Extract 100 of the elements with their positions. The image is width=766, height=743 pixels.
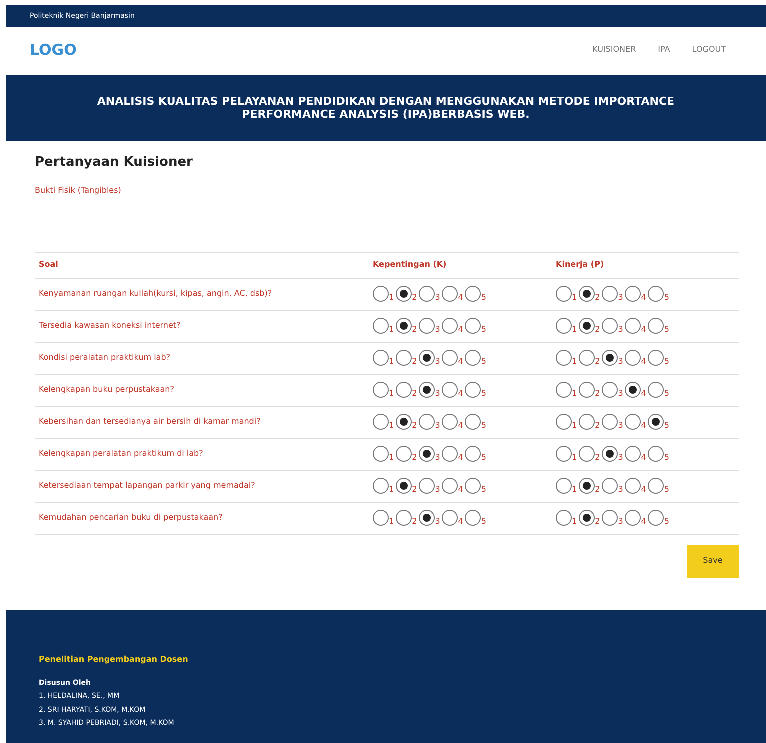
radio-label: 4 [458, 294, 464, 302]
radio-button[interactable] [648, 286, 664, 302]
radio-button[interactable] [396, 382, 412, 398]
radio-button[interactable] [465, 446, 482, 462]
radio-button[interactable] [419, 446, 436, 462]
radio-button[interactable] [648, 382, 664, 398]
nav-link[interactable]: LOGOUT [692, 44, 726, 56]
radio-button[interactable] [373, 478, 389, 494]
radio-label: 4 [641, 294, 646, 302]
radio-button[interactable] [602, 478, 618, 494]
radio-button[interactable] [419, 382, 436, 398]
radio-button[interactable] [625, 382, 642, 398]
radio-button[interactable] [625, 286, 642, 302]
radio-button[interactable] [579, 510, 596, 526]
radio-button[interactable] [442, 318, 458, 334]
radio-button[interactable] [556, 318, 572, 334]
radio-button[interactable] [442, 382, 458, 398]
radio-button[interactable] [625, 510, 642, 526]
radio-button[interactable] [648, 446, 664, 462]
radio-label: 1 [572, 326, 578, 334]
radio-button[interactable] [465, 478, 482, 494]
radio-button[interactable] [465, 382, 482, 398]
radio-button[interactable] [648, 414, 664, 430]
radio-label: 1 [572, 294, 578, 302]
radio-button[interactable] [556, 414, 572, 430]
radio-button[interactable] [465, 350, 482, 366]
radio-button[interactable] [373, 414, 389, 430]
radio-label: 3 [435, 518, 440, 526]
radio-label: 5 [481, 422, 486, 430]
radio-button[interactable] [579, 350, 596, 366]
radio-label: 3 [618, 390, 624, 398]
radio-button[interactable] [465, 414, 482, 430]
radio-button[interactable] [556, 286, 572, 302]
radio-button[interactable] [625, 350, 642, 366]
radio-button[interactable] [579, 414, 596, 430]
save-button[interactable]: Save [687, 544, 739, 578]
radio-button[interactable] [442, 350, 458, 366]
radio-button[interactable] [648, 510, 664, 526]
radio-button[interactable] [373, 446, 389, 462]
radio-button[interactable] [442, 478, 458, 494]
radio-button[interactable] [625, 414, 642, 430]
radio-button[interactable] [602, 382, 618, 398]
radio-button[interactable] [602, 286, 618, 302]
radio-button[interactable] [373, 382, 389, 398]
radio-button[interactable] [556, 510, 572, 526]
radio-button[interactable] [396, 286, 412, 302]
nav-link[interactable]: KUISIONER [592, 44, 636, 56]
radio-button[interactable] [602, 414, 618, 430]
radio-button[interactable] [602, 446, 618, 462]
radio-button[interactable] [625, 478, 642, 494]
radio-button[interactable] [556, 350, 572, 366]
radio-button[interactable] [396, 414, 412, 430]
radio-label: 1 [389, 326, 394, 334]
radio-button[interactable] [602, 510, 618, 526]
radio-button[interactable] [625, 446, 642, 462]
radio-label: 5 [481, 486, 486, 494]
radio-button[interactable] [465, 286, 482, 302]
radio-button[interactable] [579, 478, 596, 494]
radio-button[interactable] [465, 318, 482, 334]
radio-button[interactable] [419, 350, 436, 366]
radio-button[interactable] [396, 446, 412, 462]
radio-button[interactable] [419, 318, 436, 334]
radio-label: 2 [595, 486, 600, 494]
radio-button[interactable] [625, 318, 642, 334]
radio-button[interactable] [396, 350, 412, 366]
radio-button[interactable] [579, 318, 596, 334]
radio-button[interactable] [442, 414, 458, 430]
radio-button[interactable] [419, 286, 436, 302]
radio-label: 5 [664, 326, 670, 334]
radio-button[interactable] [556, 382, 572, 398]
radio-button[interactable] [556, 446, 572, 462]
radio-button[interactable] [373, 318, 389, 334]
radio-button[interactable] [396, 478, 412, 494]
radio-button[interactable] [602, 350, 618, 366]
radio-button[interactable] [442, 286, 458, 302]
radio-button[interactable] [648, 478, 664, 494]
radio-button[interactable] [419, 510, 436, 526]
footer-title: Penelitian Pengembangan Dosen [39, 654, 190, 666]
radio-button[interactable] [602, 318, 618, 334]
nav-link[interactable]: IPA [658, 44, 670, 56]
radio-button[interactable] [648, 350, 664, 366]
radio-button[interactable] [442, 510, 458, 526]
radio-button[interactable] [419, 478, 436, 494]
radio-button[interactable] [419, 414, 436, 430]
radio-button[interactable] [556, 478, 572, 494]
radio-button[interactable] [373, 510, 389, 526]
radio-button[interactable] [442, 446, 458, 462]
radio-button[interactable] [373, 350, 389, 366]
radio-button[interactable] [648, 318, 664, 334]
radio-button[interactable] [579, 446, 596, 462]
radio-label: 4 [458, 390, 464, 398]
radio-button[interactable] [579, 286, 596, 302]
radio-button[interactable] [465, 510, 482, 526]
radio-label: 1 [389, 486, 394, 494]
radio-button[interactable] [579, 382, 596, 398]
radio-button[interactable] [373, 286, 389, 302]
radio-label: 2 [595, 390, 600, 398]
radio-label: 5 [664, 390, 670, 398]
radio-button[interactable] [396, 318, 412, 334]
radio-button[interactable] [396, 510, 412, 526]
